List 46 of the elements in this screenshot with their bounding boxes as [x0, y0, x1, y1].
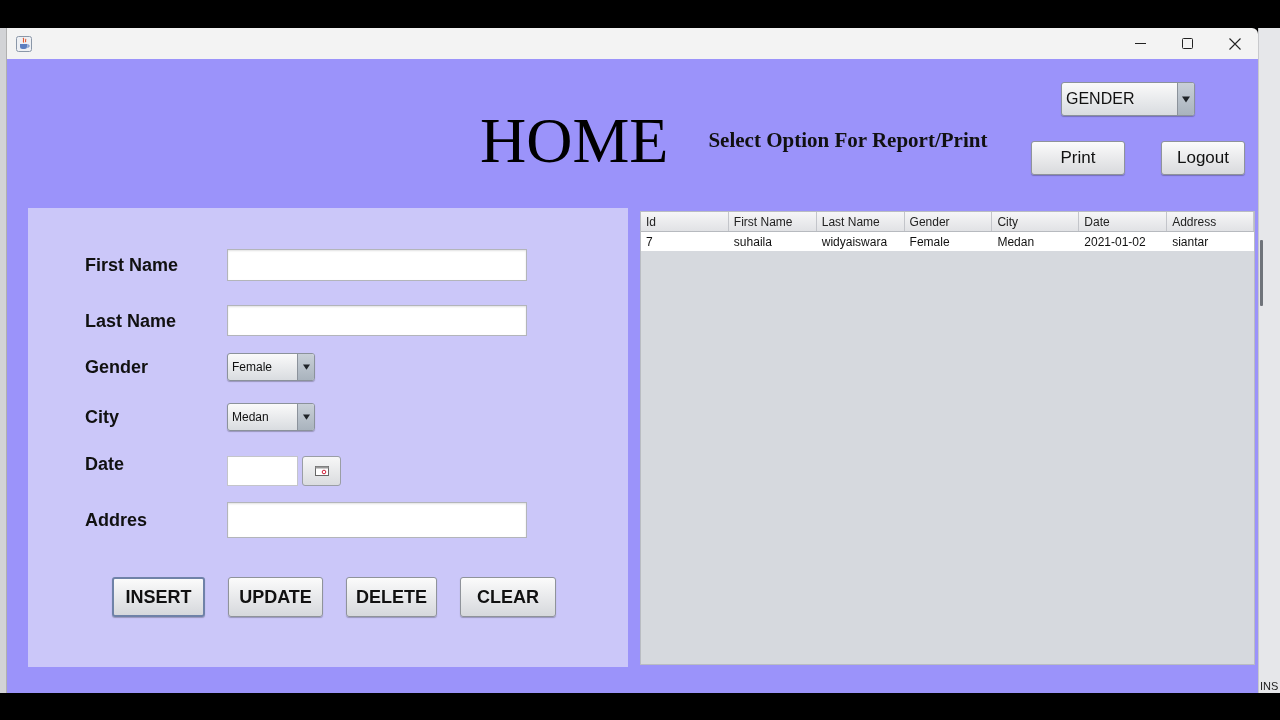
- table-cell-text: Medan: [996, 233, 1036, 251]
- column-header[interactable]: First Name: [728, 212, 817, 231]
- column-header[interactable]: Date: [1079, 212, 1168, 231]
- caret-icon: [1182, 95, 1190, 103]
- field-label: Date: [85, 455, 124, 473]
- action-button[interactable]: UPDATE: [228, 577, 323, 617]
- calendar-icon: [314, 466, 329, 476]
- page-title: HOME: [480, 109, 669, 173]
- table-cell-text: siantar: [1171, 233, 1210, 251]
- input-field[interactable]: [227, 305, 527, 336]
- status-text: INS: [1259, 681, 1280, 692]
- print-button[interactable]: Print: [1031, 141, 1125, 175]
- input-field[interactable]: [227, 249, 527, 281]
- field-label: City: [85, 408, 119, 426]
- column-header[interactable]: City: [992, 212, 1080, 231]
- dropdown[interactable]: Medan: [227, 403, 315, 431]
- dropdown[interactable]: Female: [227, 353, 315, 381]
- close-icon: [1228, 37, 1241, 50]
- column-header[interactable]: Id: [641, 212, 729, 231]
- field-label: Addres: [85, 511, 147, 529]
- dropdown[interactable]: GENDER: [1061, 82, 1195, 116]
- table-cell-text: suhaila: [732, 233, 773, 251]
- field-label: Last Name: [85, 311, 177, 330]
- date-field[interactable]: [227, 456, 298, 486]
- field-label: First Name: [85, 256, 179, 274]
- scrollbar-thumb[interactable]: [1260, 240, 1263, 306]
- minimize-icon: [1135, 43, 1146, 44]
- column-header[interactable]: Last Name: [816, 212, 905, 231]
- column-header[interactable]: Gender: [904, 212, 993, 231]
- action-button[interactable]: DELETE: [346, 577, 437, 617]
- table-cell-text: widyaiswara: [820, 233, 889, 251]
- cup-icon: [16, 35, 32, 52]
- logout-button[interactable]: Logout: [1161, 141, 1245, 175]
- column-header[interactable]: Address: [1167, 212, 1254, 231]
- action-button[interactable]: CLEAR: [460, 577, 556, 617]
- caret-icon: [302, 364, 310, 370]
- table-cell-text: 2021-01-02: [1083, 233, 1147, 251]
- field-label: Gender: [85, 358, 149, 376]
- input-field[interactable]: [227, 502, 527, 538]
- action-button[interactable]: INSERT: [112, 577, 205, 617]
- calendar-button[interactable]: [302, 456, 341, 486]
- table-cell-text: Female: [908, 233, 951, 251]
- table-cell-text: 7: [645, 233, 654, 251]
- report-option-label: Select Option For Report/Print: [708, 130, 988, 151]
- caret-icon: [302, 414, 310, 420]
- maximize-icon: [1182, 38, 1193, 49]
